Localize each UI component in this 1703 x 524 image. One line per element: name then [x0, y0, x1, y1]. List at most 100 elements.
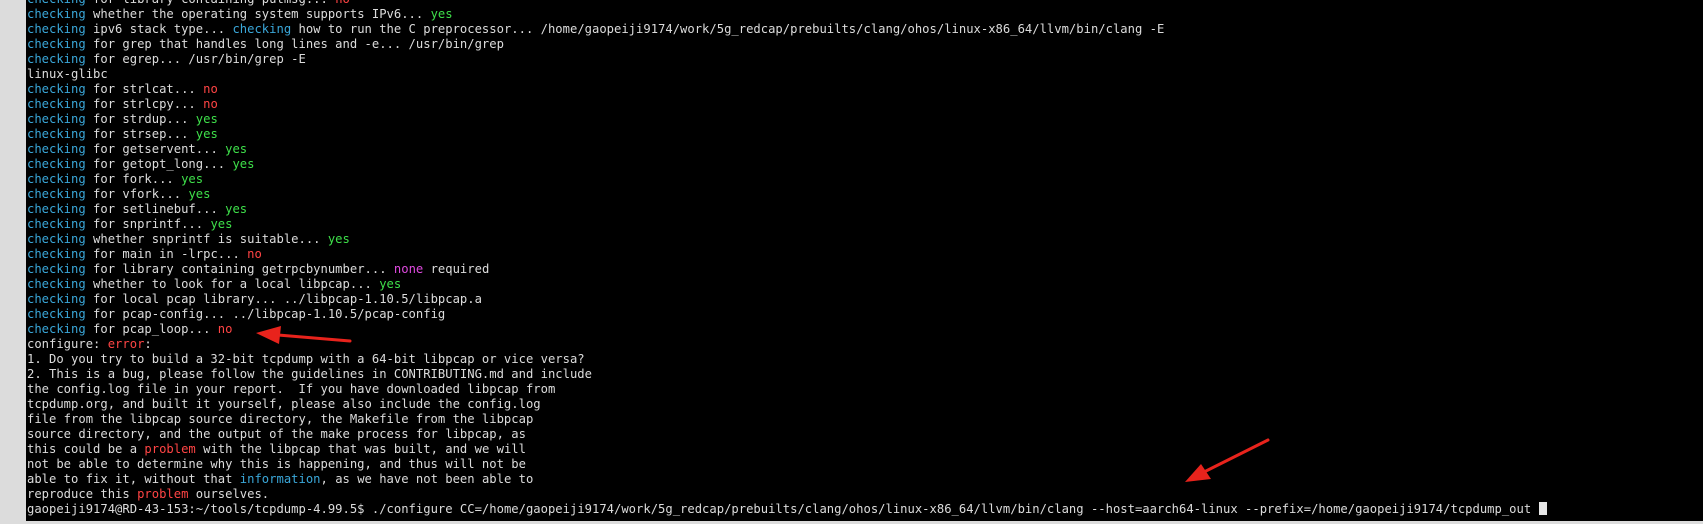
terminal-cursor — [1538, 502, 1547, 515]
terminal-text-segment: yes — [188, 187, 211, 201]
terminal-text-segment: with the libpcap that was built, and we … — [195, 442, 526, 456]
terminal-text-segment: the config.log file in your report. If y… — [27, 382, 556, 396]
terminal-text-segment: yes — [379, 277, 402, 291]
terminal-text-segment: checking — [27, 82, 86, 96]
terminal-text-segment: for pcap-config... ../libpcap-1.10.5/pca… — [85, 307, 446, 321]
terminal-line: checking for local pcap library... ../li… — [27, 292, 1547, 307]
shell-prompt: gaopeiji9174@RD-43-153:~/tools/tcpdump-4… — [27, 502, 372, 516]
terminal-text-segment: yes — [195, 127, 218, 141]
terminal-line: 1. Do you try to build a 32-bit tcpdump … — [27, 352, 1547, 367]
terminal-text-segment: checking — [27, 142, 86, 156]
terminal-text-segment: yes — [327, 232, 350, 246]
terminal-line: checking for strdup... yes — [27, 112, 1547, 127]
terminal-text-segment: checking — [27, 322, 86, 336]
terminal-text-segment: checking — [27, 187, 86, 201]
terminal-line: checking for grep that handles long line… — [27, 37, 1547, 52]
terminal-text-segment: reproduce this — [27, 487, 138, 501]
terminal-text-segment: yes — [225, 202, 248, 216]
terminal-text-segment: no — [203, 97, 218, 111]
terminal-window[interactable]: checking for library containing putmsg..… — [26, 0, 1703, 524]
terminal-text-segment: tcpdump.org, and built it yourself, plea… — [27, 397, 541, 411]
terminal-line: not be able to determine why this is hap… — [27, 457, 1547, 472]
terminal-text-segment: checking — [27, 112, 86, 126]
terminal-text-segment: checking — [27, 247, 86, 261]
terminal-text-segment: no — [217, 322, 233, 336]
terminal-line: checking for library containing putmsg..… — [27, 0, 1547, 7]
terminal-line: checking for library containing getrpcby… — [27, 262, 1547, 277]
terminal-text-segment: no — [247, 247, 262, 261]
terminal-line: checking for vfork... yes — [27, 187, 1547, 202]
terminal-text-segment: not be able to determine why this is hap… — [27, 457, 526, 471]
terminal-text-segment: checking — [27, 277, 86, 291]
terminal-text-segment: for library containing getrpcbynumber... — [85, 262, 394, 276]
terminal-line: checking ipv6 stack type... checking how… — [27, 22, 1547, 37]
terminal-line: checking whether the operating system su… — [27, 7, 1547, 22]
terminal-text-segment: for getopt_long... — [85, 157, 233, 171]
terminal-text-segment: checking — [27, 22, 86, 36]
terminal-text-segment: for snprintf... — [85, 217, 211, 231]
terminal-line: checking whether to look for a local lib… — [27, 277, 1547, 292]
terminal-text-segment: checking — [27, 7, 86, 21]
terminal-text-segment: for pcap_loop... — [85, 322, 218, 336]
terminal-text-segment: for strlcat... — [85, 82, 204, 96]
terminal-text-segment: yes — [210, 217, 233, 231]
terminal-text-segment: 2. This is a bug, please follow the guid… — [27, 367, 592, 381]
shell-prompt-line[interactable]: gaopeiji9174@RD-43-153:~/tools/tcpdump-4… — [27, 502, 1547, 517]
terminal-text-segment: checking — [27, 127, 86, 141]
terminal-text-segment: ipv6 stack type... — [85, 22, 233, 36]
terminal-line: source directory, and the output of the … — [27, 427, 1547, 442]
terminal-text-segment: problem — [137, 487, 189, 501]
terminal-text-segment: whether to look for a local libpcap... — [85, 277, 380, 291]
terminal-text-segment: checking — [232, 22, 292, 36]
terminal-text-segment: yes — [232, 157, 255, 171]
terminal-line: checking for strsep... yes — [27, 127, 1547, 142]
terminal-text-segment: checking — [27, 37, 86, 51]
terminal-text-segment: yes — [225, 142, 248, 156]
terminal-text-segment: whether snprintf is suitable... — [85, 232, 328, 246]
terminal-text-segment: linux-glibc — [27, 67, 108, 81]
terminal-text-segment: this could be a — [27, 442, 145, 456]
terminal-line: the config.log file in your report. If y… — [27, 382, 1547, 397]
terminal-text-segment: checking — [27, 0, 86, 6]
window-left-gutter — [0, 0, 26, 524]
terminal-line: configure: error: — [27, 337, 1547, 352]
terminal-text-segment: required — [423, 262, 490, 276]
terminal-line: checking for egrep... /usr/bin/grep -E — [27, 52, 1547, 67]
terminal-text-segment: checking — [27, 97, 86, 111]
terminal-line: checking for strlcat... no — [27, 82, 1547, 97]
terminal-line: checking for snprintf... yes — [27, 217, 1547, 232]
terminal-text-segment: yes — [181, 172, 204, 186]
terminal-text-segment: yes — [430, 7, 453, 21]
terminal-text-segment: error — [107, 337, 145, 351]
terminal-line: tcpdump.org, and built it yourself, plea… — [27, 397, 1547, 412]
terminal-text-segment: 1. Do you try to build a 32-bit tcpdump … — [27, 352, 585, 366]
terminal-text-segment: for library containing putmsg... — [86, 0, 335, 6]
terminal-text-segment: no — [335, 0, 350, 6]
terminal-text-segment: problem — [144, 442, 196, 456]
terminal-text-segment: for strdup... — [85, 112, 196, 126]
terminal-text-segment: source directory, and the output of the … — [27, 427, 526, 441]
terminal-line: able to fix it, without that information… — [27, 472, 1547, 487]
terminal-line: checking for getopt_long... yes — [27, 157, 1547, 172]
terminal-text-segment: no — [203, 82, 218, 96]
terminal-line: linux-glibc — [27, 67, 1547, 82]
terminal-text-segment: yes — [195, 112, 218, 126]
terminal-text-segment: information — [239, 472, 321, 486]
terminal-text-segment: checking — [27, 292, 86, 306]
terminal-text-segment: whether the operating system supports IP… — [85, 7, 431, 21]
terminal-text-segment: for strlcpy... — [85, 97, 204, 111]
terminal-line: checking for main in -lrpc... no — [27, 247, 1547, 262]
terminal-text-segment: : — [144, 337, 152, 351]
terminal-line: checking for getservent... yes — [27, 142, 1547, 157]
terminal-text-segment: for local pcap library... ../libpcap-1.1… — [85, 292, 482, 306]
terminal-line: checking whether snprintf is suitable...… — [27, 232, 1547, 247]
terminal-text-segment: file from the libpcap source directory, … — [27, 412, 534, 426]
terminal-text-segment: for grep that handles long lines and -e.… — [85, 37, 504, 51]
terminal-text-segment: checking — [27, 307, 86, 321]
terminal-text-segment: able to fix it, without that — [27, 472, 240, 486]
terminal-line: checking for pcap_loop... no — [27, 322, 1547, 337]
terminal-line: checking for fork... yes — [27, 172, 1547, 187]
terminal-text-segment: how to run the C preprocessor... /home/g… — [291, 22, 1165, 36]
terminal-text-segment: checking — [27, 172, 86, 186]
terminal-line: file from the libpcap source directory, … — [27, 412, 1547, 427]
